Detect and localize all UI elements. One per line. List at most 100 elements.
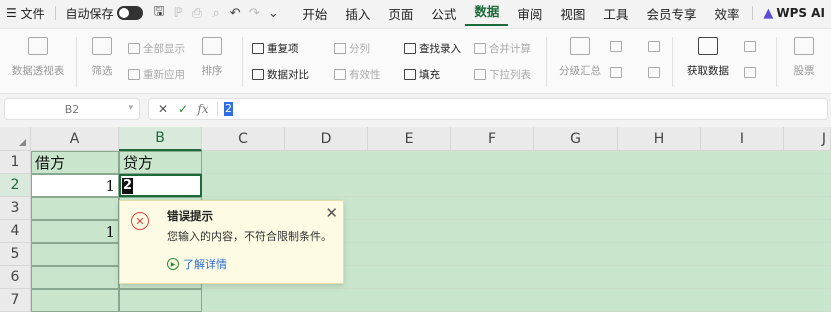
refresh-icon — [744, 41, 756, 52]
cell-a3[interactable] — [31, 197, 119, 220]
pivot-table-button[interactable]: 数据透视表 — [8, 37, 68, 78]
row-1-fill — [202, 151, 831, 174]
data-compare-label: 数据对比 — [267, 69, 309, 81]
chevron-down-icon[interactable]: ⌄ — [264, 0, 283, 26]
column-header-d[interactable]: D — [285, 127, 368, 151]
cancel-icon[interactable]: ✕ — [155, 102, 171, 116]
duplicates-icon — [252, 43, 264, 54]
reapply-icon — [128, 69, 140, 80]
cell-a6[interactable] — [31, 266, 119, 289]
validity-button[interactable]: 有效性 — [334, 67, 381, 82]
dropdown-list-button[interactable]: 下拉列表 — [474, 67, 531, 82]
fx-icon[interactable]: fx — [195, 102, 211, 116]
chevron-down-icon[interactable]: ▾ — [128, 103, 133, 113]
outline-settings-button[interactable] — [648, 67, 660, 78]
outline-button[interactable] — [648, 41, 660, 52]
formula-value[interactable]: 2 — [224, 102, 233, 116]
subtotal-button[interactable]: 分级汇总 — [550, 37, 610, 78]
subtotal-icon — [570, 37, 590, 55]
spreadsheet-app: ☰ 文件 自动保存 🖫 ℙ ⎙ ⌕ ↶ ↷ ⌄ 开始 插入 页面 公式 数据 审… — [0, 0, 831, 321]
sort-button[interactable]: 排序 — [186, 37, 238, 78]
tab-data[interactable]: 数据 — [465, 0, 509, 26]
column-header-b[interactable]: B — [119, 127, 202, 151]
cell-a5[interactable] — [31, 243, 119, 266]
close-icon[interactable]: ✕ — [325, 204, 338, 222]
column-header-e[interactable]: E — [368, 127, 451, 151]
cell-b1[interactable]: 贷方 — [119, 151, 202, 174]
row-header-5[interactable]: 5 — [0, 243, 31, 266]
tab-insert[interactable]: 插入 — [336, 0, 379, 26]
column-header-j[interactable]: J — [784, 127, 831, 151]
tab-efficiency[interactable]: 效率 — [705, 0, 748, 26]
autosave-label: 自动保存 — [65, 6, 114, 21]
refresh-button[interactable] — [744, 41, 756, 52]
filter-button[interactable]: 筛选 — [74, 37, 130, 78]
cell-a4[interactable]: 1 — [31, 220, 119, 243]
file-menu[interactable]: ☰ 文件 — [0, 0, 51, 26]
wps-ai-logo-icon: ▲ — [763, 5, 774, 21]
cell-a2[interactable]: 1 — [31, 174, 119, 197]
undo-icon[interactable]: ↶ — [226, 0, 245, 26]
group-icon — [610, 41, 622, 52]
menu-bar: ☰ 文件 自动保存 🖫 ℙ ⎙ ⌕ ↶ ↷ ⌄ 开始 插入 页面 公式 数据 审… — [0, 0, 831, 26]
cell-b2-active[interactable]: 2 — [119, 174, 202, 197]
name-box[interactable]: B2 ▾ — [4, 98, 140, 120]
tab-member[interactable]: 会员专享 — [637, 0, 705, 26]
connections-button[interactable] — [744, 67, 756, 78]
wps-ai-button[interactable]: ▲ WPS AI — [757, 0, 831, 26]
ungroup-icon — [610, 67, 622, 78]
learn-more-link[interactable]: ▶ 了解详情 — [167, 256, 227, 272]
redo-icon[interactable]: ↷ — [245, 0, 264, 26]
show-all-label: 全部显示 — [143, 43, 185, 55]
tab-tools[interactable]: 工具 — [594, 0, 637, 26]
get-data-label: 获取数据 — [687, 65, 729, 77]
confirm-icon[interactable]: ✓ — [175, 102, 191, 116]
tab-home[interactable]: 开始 — [293, 0, 336, 26]
split-column-button[interactable]: 分列 — [334, 41, 370, 56]
cell-b7[interactable] — [119, 289, 202, 312]
column-header-a[interactable]: A — [31, 127, 119, 151]
tab-page[interactable]: 页面 — [379, 0, 422, 26]
tab-review[interactable]: 审阅 — [508, 0, 551, 26]
column-header-i[interactable]: I — [701, 127, 784, 151]
column-header-f[interactable]: F — [451, 127, 534, 151]
reapply-button[interactable]: 重新应用 — [128, 67, 185, 82]
cell-a7[interactable] — [31, 289, 119, 312]
save-icon[interactable]: 🖫 — [149, 0, 168, 26]
row-7-fill — [202, 289, 831, 312]
group-button[interactable] — [610, 41, 622, 52]
fill-icon — [404, 69, 416, 80]
row-header-7[interactable]: 7 — [0, 289, 31, 312]
find-input-button[interactable]: 查找录入 — [404, 41, 461, 56]
row-header-2[interactable]: 2 — [0, 174, 31, 197]
get-data-icon — [698, 37, 718, 55]
stock-button[interactable]: 股票 — [778, 37, 830, 78]
show-all-button[interactable]: 全部显示 — [128, 41, 185, 56]
ungroup-button[interactable] — [610, 67, 622, 78]
autosave-toggle[interactable]: 自动保存 — [59, 0, 149, 26]
duplicates-button[interactable]: 重复项 — [252, 41, 299, 56]
divider — [242, 37, 243, 87]
row-header-1[interactable]: 1 — [0, 151, 31, 174]
print-icon[interactable]: ⎙ — [188, 0, 207, 26]
export-pdf-icon[interactable]: ℙ — [169, 0, 188, 26]
cell-a1[interactable]: 借方 — [31, 151, 119, 174]
row-header-3[interactable]: 3 — [0, 197, 31, 220]
tab-view[interactable]: 视图 — [551, 0, 594, 26]
get-data-button[interactable]: 获取数据 — [676, 37, 740, 78]
column-header-g[interactable]: G — [534, 127, 618, 151]
row-header-4[interactable]: 4 — [0, 220, 31, 243]
column-header-h[interactable]: H — [618, 127, 701, 151]
fill-button[interactable]: 填充 — [404, 67, 440, 82]
filter-icon — [92, 37, 112, 55]
print-preview-icon[interactable]: ⌕ — [207, 0, 226, 26]
toggle-switch[interactable] — [117, 6, 144, 20]
select-all-corner[interactable] — [0, 127, 31, 151]
row-header-6[interactable]: 6 — [0, 266, 31, 289]
cell-b2-edit-value[interactable]: 2 — [122, 177, 134, 194]
merge-calc-button[interactable]: 合并计算 — [474, 41, 531, 56]
tab-formulas[interactable]: 公式 — [422, 0, 465, 26]
column-header-c[interactable]: C — [202, 127, 285, 151]
formula-input[interactable]: ✕ ✓ fx 2 — [148, 98, 828, 120]
data-compare-button[interactable]: 数据对比 — [252, 67, 309, 82]
